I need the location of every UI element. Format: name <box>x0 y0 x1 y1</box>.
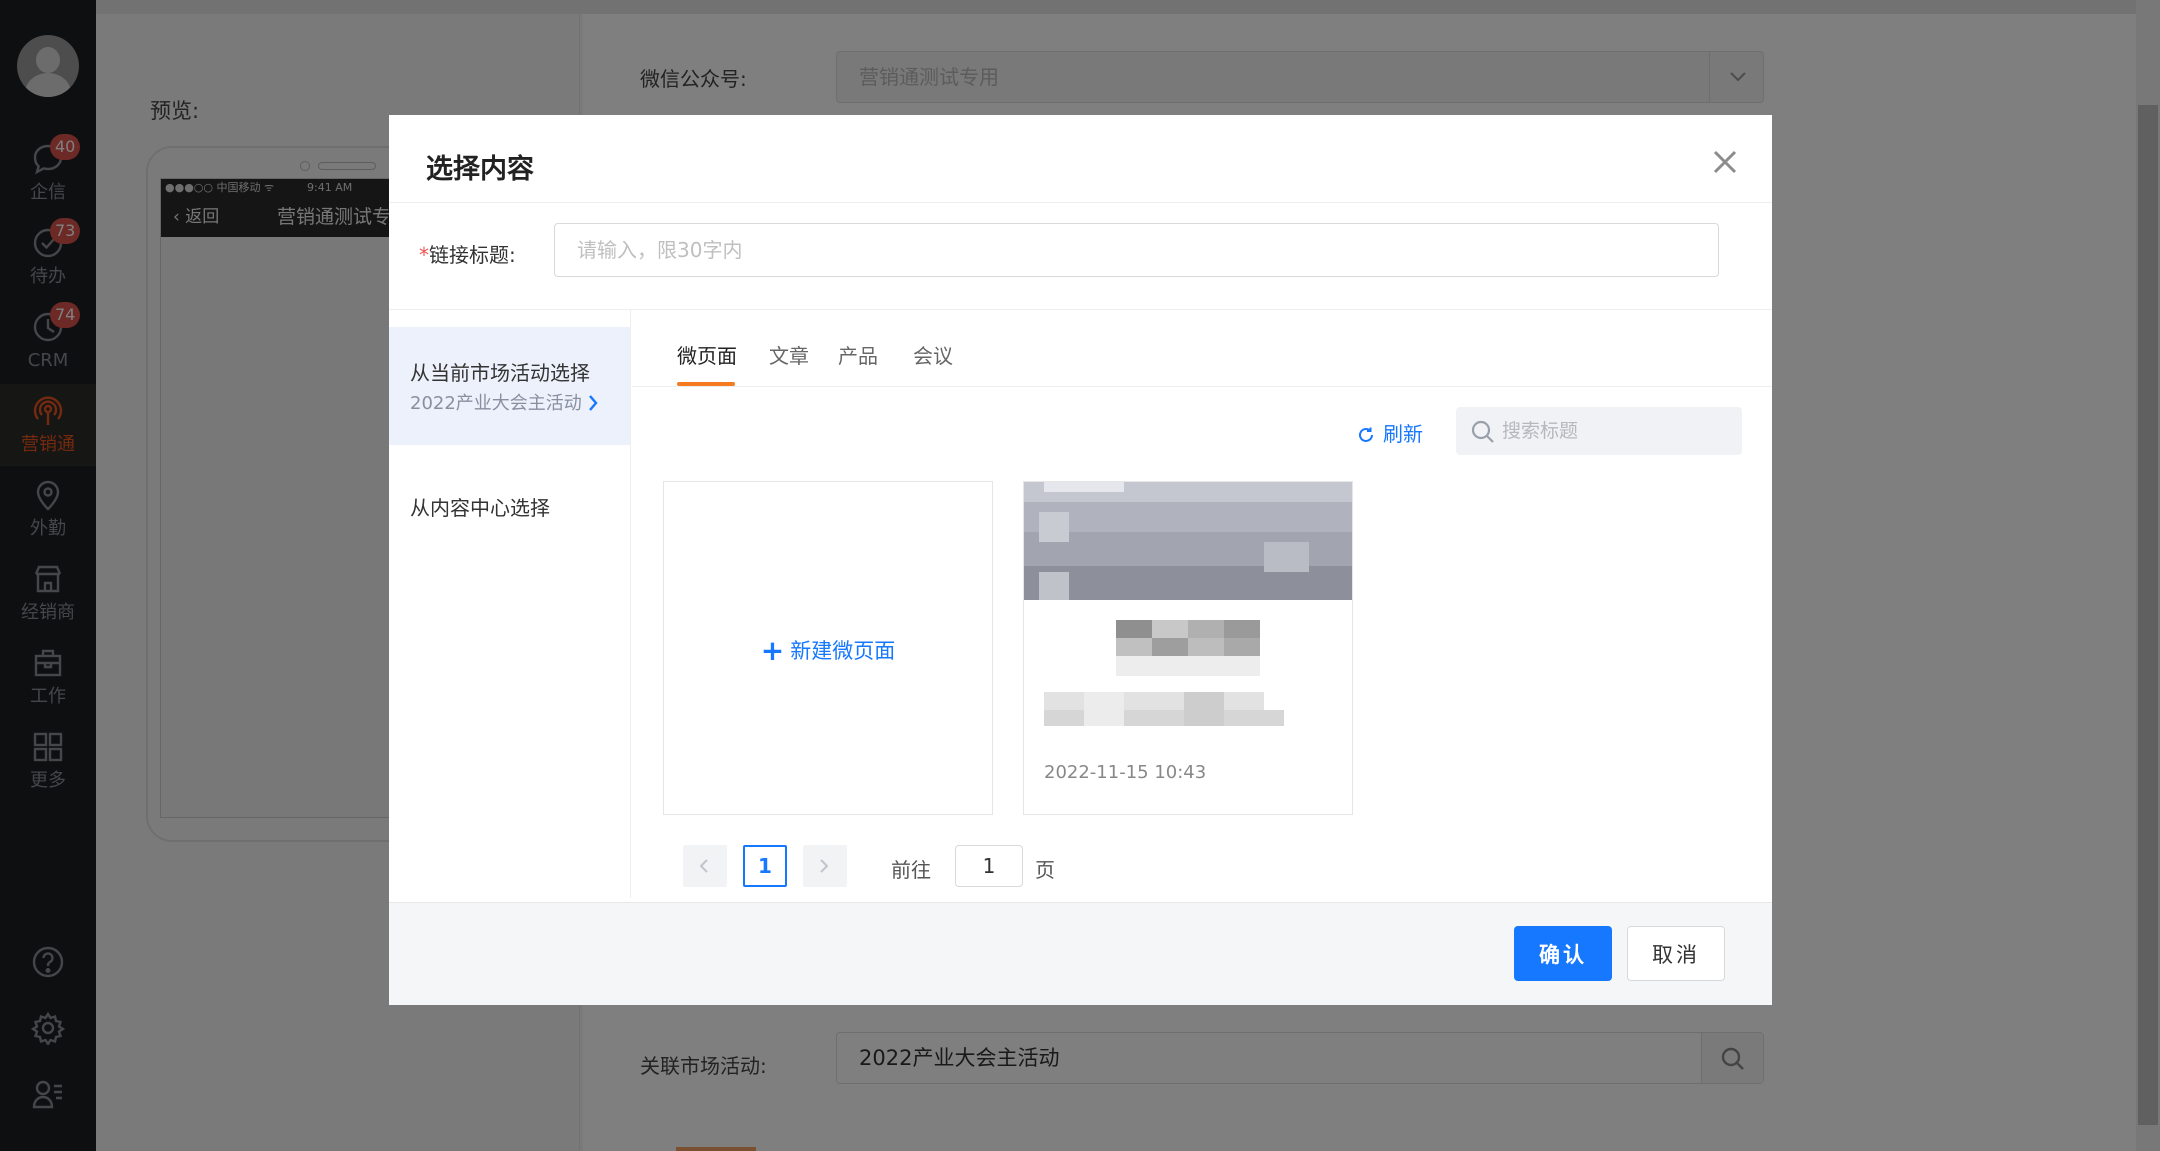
refresh-button[interactable]: 刷新 <box>1357 418 1423 447</box>
new-micro-page-text: 新建微页面 <box>790 639 896 663</box>
source-title: 从内容中心选择 <box>410 496 550 520</box>
source-title: 从当前市场活动选择 <box>410 361 590 385</box>
tab-meeting[interactable]: 会议 <box>913 340 953 369</box>
new-micro-page-card[interactable]: + 新建微页面 <box>663 481 993 815</box>
link-title-label-text: 链接标题: <box>429 243 516 267</box>
tab-product[interactable]: 产品 <box>838 340 878 369</box>
prev-page-button[interactable] <box>683 845 727 887</box>
card-date: 2022-11-15 10:43 <box>1044 762 1207 783</box>
goto-page-input[interactable] <box>955 845 1023 887</box>
refresh-label: 刷新 <box>1383 422 1423 446</box>
search-icon <box>1471 420 1494 443</box>
active-tab-indicator <box>677 382 735 386</box>
confirm-button[interactable]: 确认 <box>1514 926 1612 981</box>
source-content-center[interactable]: 从内容中心选择 <box>389 460 630 540</box>
dialog-header: 选择内容 <box>389 115 1772 203</box>
select-content-dialog: 选择内容 *链接标题: 从当前市场活动选择 2022产业大会主活动 从内容中心选… <box>389 115 1772 1005</box>
campaign-name: 2022产业大会主活动 <box>410 393 582 414</box>
page-number-current[interactable]: 1 <box>743 845 787 887</box>
plus-icon: + <box>760 634 785 667</box>
title-search-input[interactable] <box>1502 407 1732 455</box>
content-tabs: 微页面 文章 产品 会议 <box>632 310 1772 387</box>
new-micro-page-label: + 新建微页面 <box>664 634 992 667</box>
next-page-button[interactable] <box>803 845 847 887</box>
chevron-left-icon <box>699 859 708 873</box>
chevron-right-icon <box>588 395 598 411</box>
close-icon[interactable] <box>1711 148 1739 176</box>
cover-thumbnail <box>1024 482 1352 600</box>
link-title-label: *链接标题: <box>419 239 516 268</box>
refresh-icon <box>1359 427 1373 442</box>
goto-label: 前往 <box>891 858 931 882</box>
micro-page-card[interactable]: 2022-11-15 10:43 <box>1023 481 1353 815</box>
tab-article[interactable]: 文章 <box>769 340 809 369</box>
dialog-footer: 确认 取消 <box>389 902 1772 1005</box>
source-list: 从当前市场活动选择 2022产业大会主活动 从内容中心选择 <box>389 310 631 898</box>
link-title-input[interactable] <box>554 223 1719 277</box>
dialog-title: 选择内容 <box>426 154 534 185</box>
chevron-right-icon <box>820 859 829 873</box>
title-search[interactable] <box>1456 407 1742 455</box>
cancel-button[interactable]: 取消 <box>1627 926 1725 981</box>
required-mark: * <box>419 243 429 267</box>
source-current-campaign[interactable]: 从当前市场活动选择 2022产业大会主活动 <box>389 327 630 445</box>
source-subtitle: 2022产业大会主活动 <box>410 389 598 415</box>
link-title-row: *链接标题: <box>389 203 1772 310</box>
tab-micro-page[interactable]: 微页面 <box>677 340 737 369</box>
page-suffix: 页 <box>1035 858 1055 882</box>
